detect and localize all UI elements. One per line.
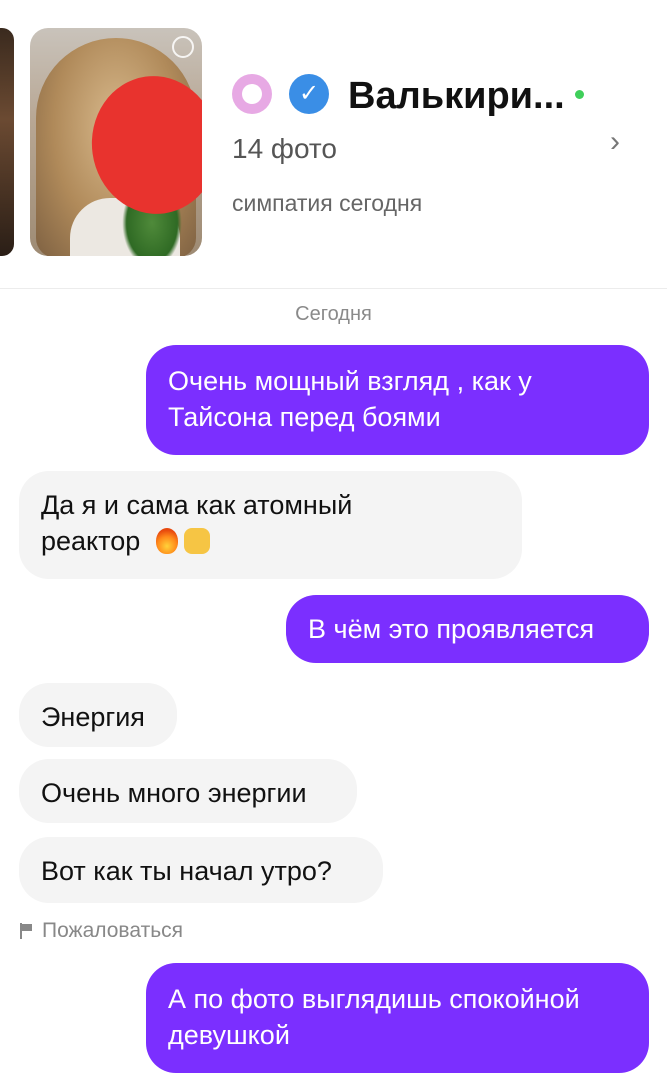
fire-emoji-icon bbox=[156, 528, 179, 554]
report-button[interactable]: Пожаловаться bbox=[20, 919, 183, 943]
message-line: Тайсона перед боями bbox=[168, 402, 441, 432]
photo-corner-icon bbox=[172, 36, 194, 58]
message-line: Энергия bbox=[41, 702, 145, 732]
chevron-right-icon[interactable]: › bbox=[610, 127, 632, 157]
match-status: симпатия сегодня bbox=[232, 190, 423, 216]
message-line: реактор bbox=[41, 526, 141, 556]
message-line: девушкой bbox=[168, 1020, 290, 1050]
date-separator: Сегодня bbox=[295, 303, 372, 325]
report-label: Пожаловаться bbox=[42, 919, 184, 942]
outgoing-message[interactable]: Очень мощный взгляд , как у Тайсона пере… bbox=[146, 345, 649, 455]
incoming-message[interactable]: Да я и сама как атомный реактор bbox=[19, 471, 522, 579]
photo-count: 14 фото bbox=[232, 133, 337, 164]
like-badge-icon bbox=[232, 74, 272, 114]
chat-thread[interactable]: Сегодня Очень мощный взгляд , как у Тайс… bbox=[0, 288, 667, 1080]
incoming-message[interactable]: Вот как ты начал утро? bbox=[19, 837, 383, 903]
outgoing-message[interactable]: В чём это проявляется bbox=[286, 595, 649, 663]
message-line: Вот как ты начал утро? bbox=[41, 856, 332, 886]
message-line: Очень много энергии bbox=[41, 778, 307, 808]
previous-photo-thumbnail[interactable] bbox=[0, 28, 14, 256]
verified-icon: ✓ bbox=[289, 74, 329, 114]
message-line: Очень мощный взгляд , как у bbox=[168, 366, 532, 396]
profile-name[interactable]: Валькири... bbox=[348, 74, 565, 118]
rock-hand-emoji-icon bbox=[184, 528, 211, 554]
profile-photo[interactable] bbox=[30, 28, 202, 256]
flag-icon bbox=[20, 923, 34, 939]
outgoing-message[interactable]: А по фото выглядишь спокойной девушкой bbox=[146, 963, 649, 1073]
message-line: А по фото выглядишь спокойной bbox=[168, 984, 580, 1014]
incoming-message[interactable]: Очень много энергии bbox=[19, 759, 357, 823]
incoming-message[interactable]: Энергия bbox=[19, 683, 177, 747]
message-line: В чём это проявляется bbox=[308, 614, 595, 644]
profile-header: ✓ Валькири... 14 фото симпатия сегодня › bbox=[0, 0, 667, 288]
online-status-indicator bbox=[575, 90, 584, 99]
message-line: Да я и сама как атомный bbox=[41, 490, 353, 520]
